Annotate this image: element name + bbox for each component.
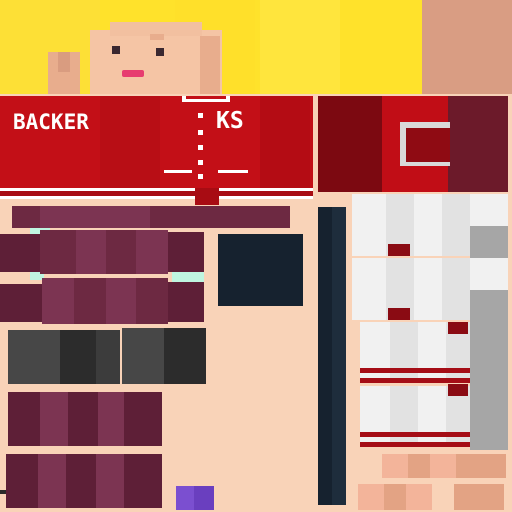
jacket-shade-right (260, 96, 310, 188)
pants-left-side (0, 234, 40, 272)
hand-skin (430, 454, 456, 478)
sleeve-accent (448, 384, 468, 396)
eye-left (112, 46, 120, 54)
eye-right (156, 48, 164, 56)
sleeve-panel-maroon (448, 96, 508, 192)
leg-panel (124, 454, 162, 508)
hair-region-right (260, 0, 340, 94)
button (198, 130, 203, 135)
hand-skin (454, 484, 504, 510)
pants-right-side (168, 232, 204, 272)
sleeve-panel (390, 322, 418, 382)
pants-right-side (168, 282, 204, 322)
mouth (122, 70, 144, 77)
sleeve-panel (390, 386, 418, 446)
button (198, 160, 203, 165)
shirt-shadow (470, 290, 508, 450)
pants-piece (76, 230, 106, 274)
mint-accent (172, 272, 204, 282)
jacket-hem-stripe-2 (0, 196, 313, 199)
shirt-panel (414, 258, 442, 320)
pants-piece (42, 278, 74, 324)
sleeve-accent (448, 322, 468, 334)
edge-mark (0, 490, 6, 494)
leg-panel (96, 454, 124, 508)
shirt-panel (470, 258, 508, 290)
leg-panel (68, 392, 98, 446)
hand-skin (384, 484, 406, 510)
shirt-panel (442, 258, 470, 320)
pants-piece (40, 230, 76, 274)
leg-panel (6, 454, 38, 508)
shoe-top-navy (218, 234, 303, 306)
cuff-stripe (360, 378, 470, 383)
jacket-zipper-pull (195, 188, 219, 205)
shoe-panel (60, 330, 96, 384)
sleeve-panel (360, 322, 390, 382)
pocket-line-left (164, 170, 192, 173)
shirt-accent (388, 308, 410, 320)
leg-panel (8, 392, 40, 446)
shirt-panel (352, 258, 386, 320)
purple-patch (194, 486, 214, 510)
arm-strip-navy-shade (332, 207, 346, 505)
leg-panel (98, 392, 124, 446)
hand-skin (406, 484, 432, 510)
eyebrow (150, 34, 164, 40)
hand-skin (456, 454, 506, 478)
leg-panel (40, 392, 68, 446)
pants-piece (106, 230, 136, 274)
sleeve-patch-inner (406, 128, 450, 162)
jacket-shade (100, 96, 160, 188)
sleeve-panel (418, 386, 446, 446)
button (198, 113, 203, 118)
shirt-shadow (470, 226, 508, 258)
pants-piece (74, 278, 106, 324)
cuff-stripe (360, 432, 470, 437)
jacket-hem-band (0, 191, 313, 196)
chest-initials: KS (216, 108, 244, 134)
jacket-collar-inner (186, 96, 226, 99)
ear-left-shadow (58, 52, 70, 72)
cuff-stripe (360, 442, 470, 447)
pants-piece (106, 278, 136, 324)
shirt-panel (414, 194, 442, 256)
shoe-panel (164, 328, 206, 384)
shoe-panel (122, 328, 164, 384)
hand-skin (408, 454, 430, 478)
leg-panel (66, 454, 96, 508)
shirt-panel (470, 194, 508, 226)
hand-skin (382, 454, 408, 478)
sleeve-panel (360, 386, 390, 446)
pants-piece (136, 278, 168, 324)
shoe-panel (8, 330, 60, 384)
button (198, 145, 203, 150)
leg-panel (124, 392, 162, 446)
face-right-shade (200, 36, 220, 94)
leg-panel (38, 454, 66, 508)
hand-skin (358, 484, 384, 510)
pants-piece (136, 230, 168, 274)
pants-left-side (0, 284, 42, 322)
shirt-accent (388, 244, 410, 256)
belt-strip-light (40, 206, 150, 228)
sleeve-panel-dark (318, 96, 382, 192)
shoe-panel (96, 330, 120, 384)
button (198, 174, 203, 179)
shirt-panel (352, 194, 386, 256)
cuff-stripe (360, 368, 470, 373)
shirt-panel (442, 194, 470, 256)
chest-text: BACKER (13, 110, 89, 134)
head-skin-corner (422, 0, 512, 94)
pocket-line-right (218, 170, 248, 173)
purple-patch (176, 486, 194, 510)
sleeve-panel (418, 322, 446, 382)
skin-texture-canvas: BACKER KS (0, 0, 512, 512)
